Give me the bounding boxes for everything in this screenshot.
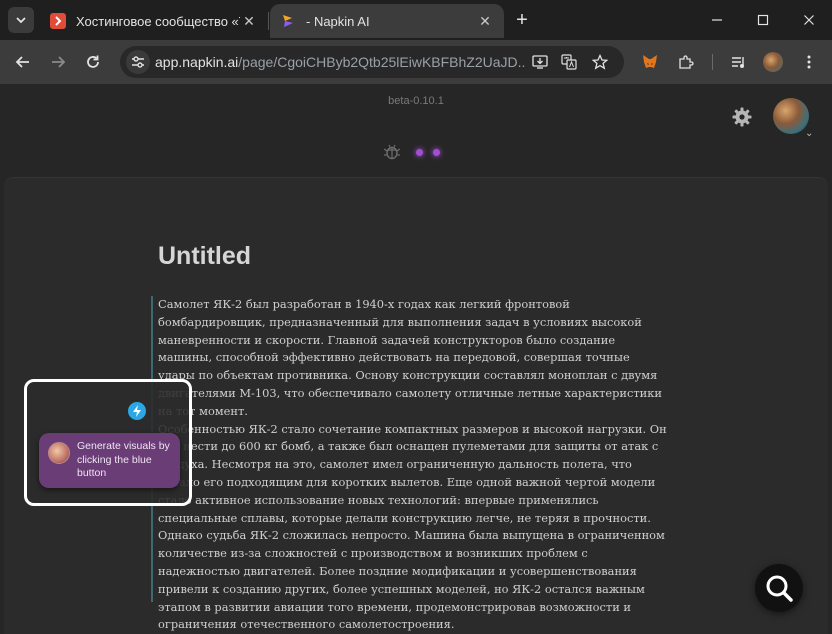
- napkin-app: beta-0.10.1 ⌄ Untitled Самолет ЯК-2 был …: [0, 84, 832, 634]
- napkin-favicon-icon: [280, 13, 296, 29]
- maximize-button[interactable]: [740, 0, 786, 40]
- profile-avatar: [763, 52, 783, 72]
- minimize-button[interactable]: [694, 0, 740, 40]
- browser-menu-button[interactable]: [795, 48, 823, 76]
- url-text: app.napkin.ai/page/CgoiCHByb2Qtb25lEiwKB…: [155, 46, 525, 78]
- search-icon: [766, 575, 793, 602]
- tab-timeweb[interactable]: Хостинговое сообщество «Tim ✕: [40, 4, 268, 38]
- status-dot: [416, 149, 423, 156]
- tab-napkin[interactable]: - Napkin AI ✕: [270, 4, 504, 38]
- browser-window: Хостинговое сообщество «Tim ✕ - Napkin A…: [0, 0, 832, 634]
- media-controls-button[interactable]: [725, 48, 753, 76]
- url-host: app.napkin.ai: [155, 54, 239, 70]
- generate-visual-button[interactable]: [128, 402, 146, 420]
- app-version: beta-0.10.1: [388, 95, 444, 107]
- browser-toolbar: app.napkin.ai/page/CgoiCHByb2Qtb25lEiwKB…: [0, 40, 832, 84]
- bookmark-button[interactable]: [588, 50, 612, 74]
- forward-button[interactable]: [44, 48, 72, 76]
- tab-separator: [268, 12, 269, 30]
- user-avatar[interactable]: [773, 98, 809, 134]
- search-fab-button[interactable]: [755, 564, 803, 612]
- minimize-icon: [712, 19, 722, 21]
- paragraph[interactable]: Самолет ЯК-2 был разработан в 1940-х год…: [158, 296, 670, 421]
- tab-strip: Хостинговое сообщество «Tim ✕ - Napkin A…: [0, 0, 832, 40]
- close-window-button[interactable]: [786, 0, 832, 40]
- address-bar[interactable]: app.napkin.ai/page/CgoiCHByb2Qtb25lEiwKB…: [120, 46, 624, 78]
- puzzle-icon: [679, 55, 694, 69]
- document-text[interactable]: Самолет ЯК-2 был разработан в 1940-х год…: [158, 296, 670, 634]
- gear-icon: [732, 107, 752, 127]
- tab-search-button[interactable]: [8, 7, 34, 33]
- reload-icon: [87, 55, 99, 68]
- onboarding-tooltip: Generate visuals by clicking the blue bu…: [39, 433, 180, 488]
- back-button[interactable]: [9, 48, 37, 76]
- close-tab-icon[interactable]: ✕: [476, 12, 494, 30]
- fox-icon: [643, 55, 657, 68]
- toolbar-separator: [712, 54, 713, 70]
- tab-title: - Napkin AI: [306, 13, 370, 29]
- star-icon: [592, 54, 608, 70]
- extensions-button[interactable]: [672, 48, 700, 76]
- translate-button[interactable]: [557, 50, 581, 74]
- assistant-avatar: [48, 442, 70, 464]
- profile-button[interactable]: [759, 48, 787, 76]
- translate-icon: [561, 54, 577, 70]
- sync-status: [380, 142, 450, 162]
- more-vertical-icon: [807, 55, 811, 69]
- status-dot: [433, 149, 440, 156]
- install-icon: [532, 55, 548, 69]
- playlist-icon: [732, 57, 744, 68]
- new-tab-button[interactable]: +: [510, 8, 534, 32]
- tab-title: Хостинговое сообщество «Tim: [76, 13, 240, 29]
- timeweb-favicon-icon: [50, 13, 66, 29]
- settings-button[interactable]: [730, 105, 754, 129]
- install-app-button[interactable]: [528, 50, 552, 74]
- url-path: /page/CgoiCHByb2Qtb25lEiwKBFBhZ2UaJD...: [238, 54, 525, 70]
- chevron-down-icon: ⌄: [805, 128, 814, 139]
- tune-icon: [132, 56, 144, 68]
- maximize-icon: [757, 14, 769, 26]
- bug-icon: [383, 144, 401, 160]
- paragraph[interactable]: Однако судьба ЯК-2 сложилась непросто. М…: [158, 527, 670, 634]
- arrow-left-icon: [15, 56, 29, 68]
- chevron-down-icon: [16, 17, 26, 24]
- metamask-extension-button[interactable]: [636, 48, 664, 76]
- lightning-icon: [133, 405, 141, 417]
- tooltip-text: Generate visuals by clicking the blue bu…: [77, 440, 170, 479]
- close-tab-icon[interactable]: ✕: [240, 12, 258, 30]
- paragraph[interactable]: Особенностью ЯК-2 стало сочетание компак…: [158, 421, 670, 528]
- arrow-right-icon: [52, 56, 66, 68]
- site-info-button[interactable]: [126, 50, 150, 74]
- reload-button[interactable]: [79, 48, 107, 76]
- page-title[interactable]: Untitled: [158, 242, 251, 271]
- close-icon: [804, 15, 814, 25]
